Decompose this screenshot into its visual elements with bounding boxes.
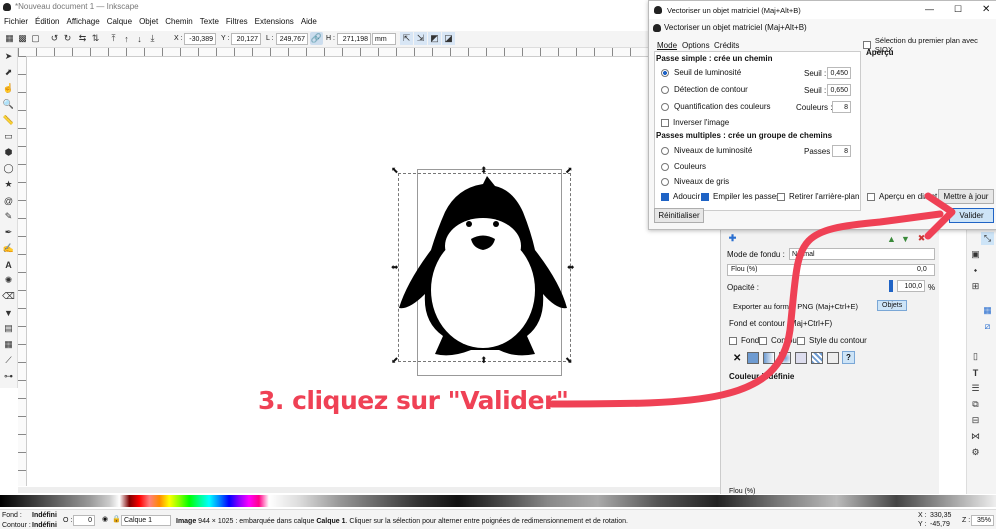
annotation-arrow	[548, 192, 956, 408]
annotation-text: 3. cliquez sur "Valider"	[258, 386, 569, 415]
